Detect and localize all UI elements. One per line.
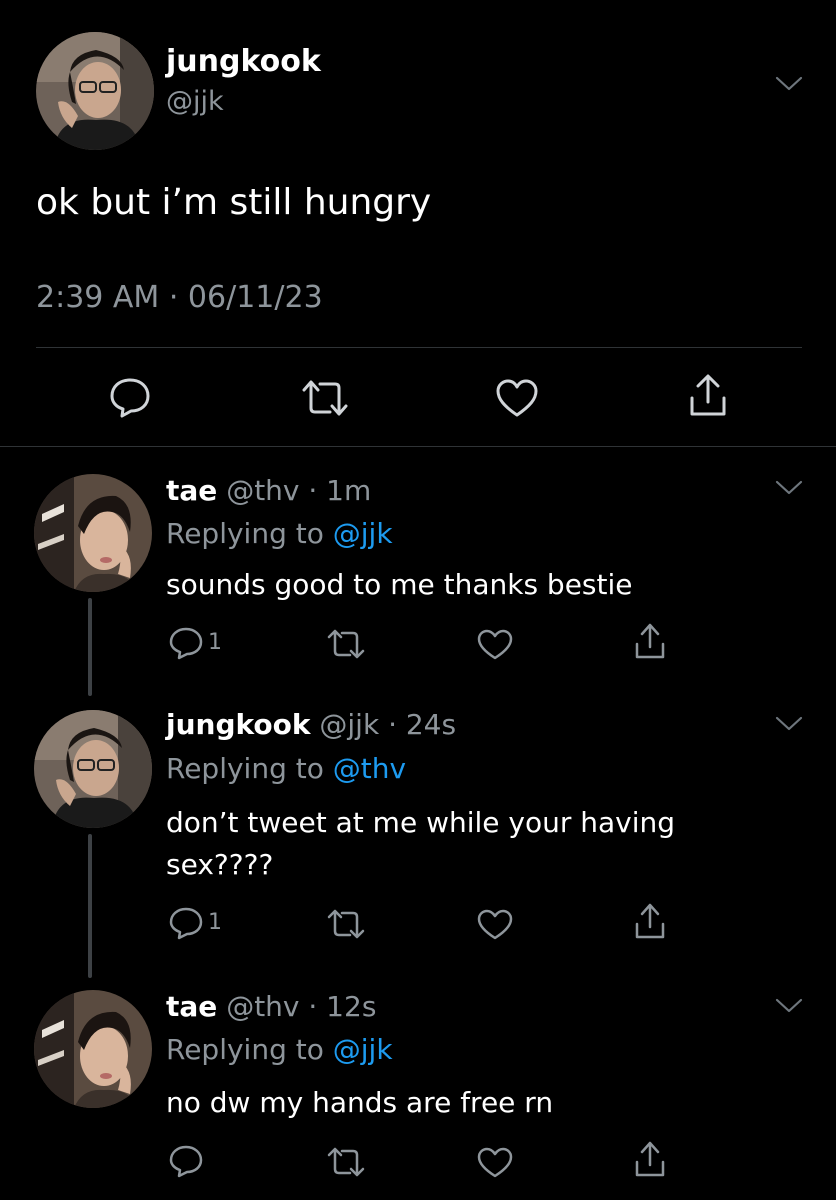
reply-icon[interactable] bbox=[108, 376, 152, 418]
author-name[interactable]: tae bbox=[166, 474, 217, 507]
mention-link[interactable]: @thv bbox=[333, 752, 406, 785]
avatar-tae[interactable] bbox=[34, 990, 152, 1108]
chevron-down-icon[interactable] bbox=[774, 714, 804, 734]
author-name[interactable]: tae bbox=[166, 990, 217, 1023]
reply-text: don’t tweet at me while your having sex?… bbox=[166, 806, 676, 881]
reply-text: sounds good to me thanks bestie bbox=[166, 568, 633, 601]
replying-to: Replying to @thv bbox=[166, 752, 406, 785]
mention-link[interactable]: @jjk bbox=[333, 517, 393, 550]
retweet-icon[interactable] bbox=[326, 908, 366, 940]
chevron-down-icon[interactable] bbox=[774, 478, 804, 498]
replying-prefix: Replying to bbox=[166, 517, 333, 550]
chevron-down-icon[interactable] bbox=[774, 74, 804, 94]
author-name[interactable]: jungkook bbox=[166, 708, 310, 741]
avatar-jungkook[interactable] bbox=[36, 32, 154, 150]
replying-to: Replying to @jjk bbox=[166, 1033, 393, 1066]
reply-icon[interactable] bbox=[168, 1144, 204, 1178]
retweet-icon[interactable] bbox=[326, 628, 366, 660]
replying-prefix: Replying to bbox=[166, 752, 333, 785]
tweet-text: ok but i’m still hungry bbox=[36, 182, 432, 223]
divider bbox=[36, 347, 802, 348]
chevron-down-icon[interactable] bbox=[774, 996, 804, 1016]
share-icon[interactable] bbox=[686, 372, 730, 418]
divider bbox=[0, 446, 836, 447]
avatar-tae[interactable] bbox=[34, 474, 152, 592]
tweet-timestamp: 2:39 AM · 06/11/23 bbox=[36, 280, 323, 315]
reply-count: 1 bbox=[208, 630, 222, 655]
mention-link[interactable]: @jjk bbox=[333, 1033, 393, 1066]
reply-header: jungkook @jjk · 24s bbox=[166, 708, 456, 741]
replying-prefix: Replying to bbox=[166, 1033, 333, 1066]
author-handle-time[interactable]: @thv · 1m bbox=[226, 474, 371, 507]
retweet-icon[interactable] bbox=[326, 1146, 366, 1178]
like-icon[interactable] bbox=[494, 378, 540, 418]
share-icon[interactable] bbox=[632, 622, 668, 660]
thread-line bbox=[88, 598, 92, 696]
reply-header: tae @thv · 12s bbox=[166, 990, 376, 1023]
share-icon[interactable] bbox=[632, 1140, 668, 1178]
reply-header: tae @thv · 1m bbox=[166, 474, 371, 507]
author-handle-time[interactable]: @jjk · 24s bbox=[319, 708, 456, 741]
avatar-jungkook[interactable] bbox=[34, 710, 152, 828]
replying-to: Replying to @jjk bbox=[166, 517, 393, 550]
like-icon[interactable] bbox=[476, 908, 514, 940]
author-handle-time[interactable]: @thv · 12s bbox=[226, 990, 376, 1023]
author-name[interactable]: jungkook bbox=[166, 44, 321, 79]
author-handle[interactable]: @jjk bbox=[166, 86, 224, 117]
retweet-icon[interactable] bbox=[300, 378, 350, 418]
like-icon[interactable] bbox=[476, 1146, 514, 1178]
reply-count: 1 bbox=[208, 910, 222, 935]
share-icon[interactable] bbox=[632, 902, 668, 940]
thread-line bbox=[88, 834, 92, 978]
like-icon[interactable] bbox=[476, 628, 514, 660]
reply-icon[interactable] bbox=[168, 906, 204, 940]
reply-text: no dw my hands are free rn bbox=[166, 1086, 554, 1119]
reply-icon[interactable] bbox=[168, 626, 204, 660]
